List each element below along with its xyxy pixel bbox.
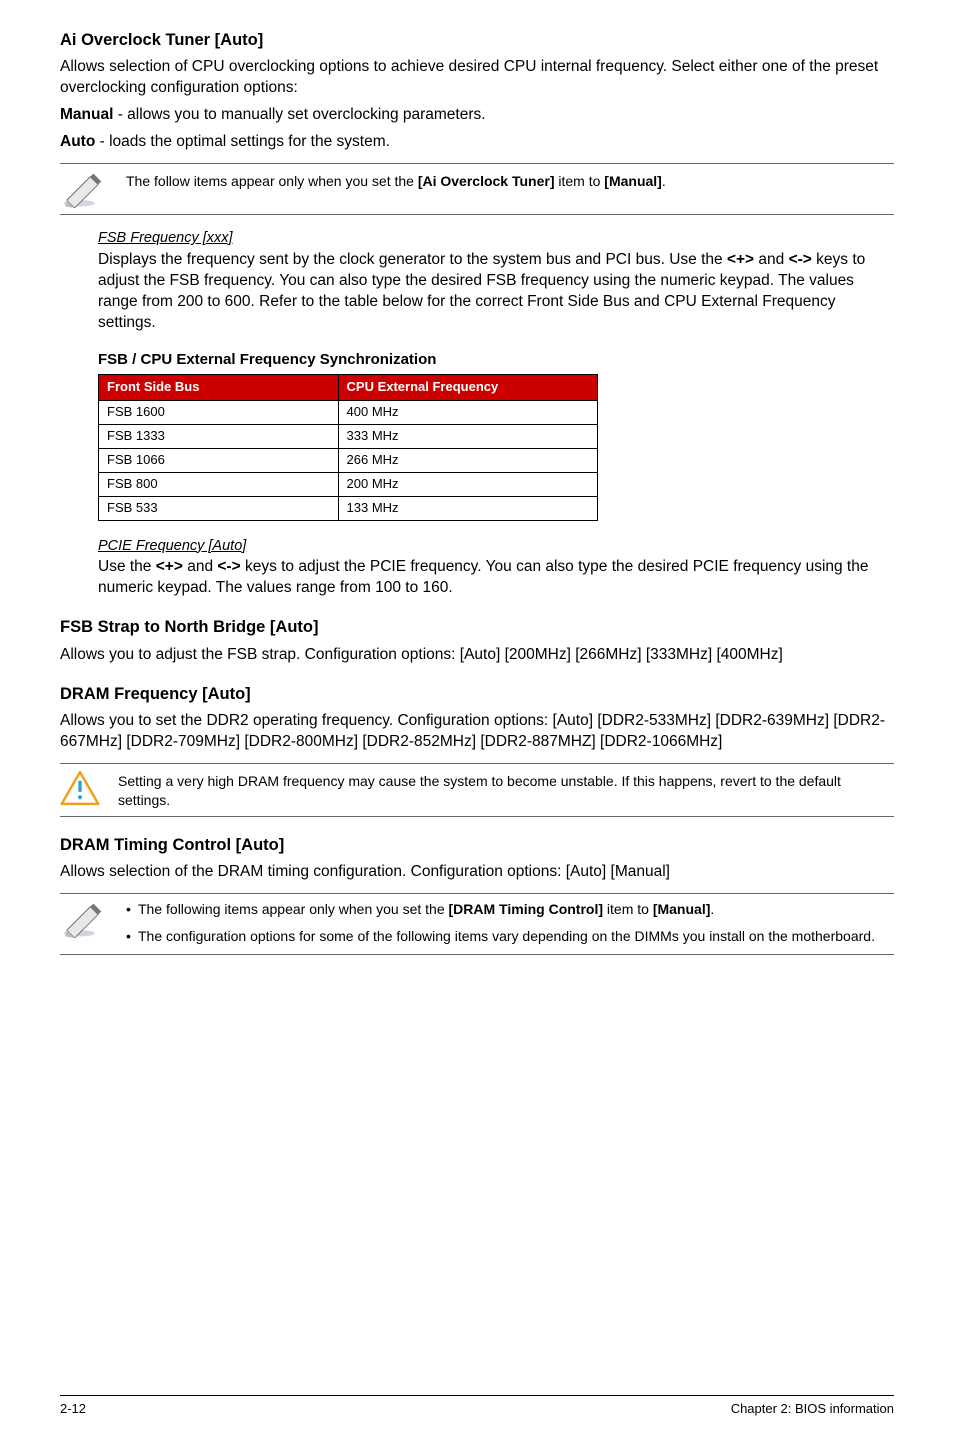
cell-fsb: FSB 1066 <box>99 448 339 472</box>
t: <+> <box>727 251 754 268</box>
section-dram-frequency: DRAM Frequency [Auto] Allows you to set … <box>60 684 894 817</box>
heading-fsb-strap: FSB Strap to North Bridge [Auto] <box>60 617 894 638</box>
para-manual: Manual - allows you to manually set over… <box>60 105 894 126</box>
t: <-> <box>789 251 812 268</box>
footer-page-number: 2-12 <box>60 1401 86 1418</box>
warning-dram-frequency: Setting a very high DRAM frequency may c… <box>60 763 894 817</box>
t: [DRAM Timing Control] <box>449 901 604 917</box>
note-bold1: [Ai Overclock Tuner] <box>418 173 555 189</box>
note-mid: item to <box>555 173 605 189</box>
desc-manual: - allows you to manually set overclockin… <box>113 106 485 123</box>
note-text: The follow items appear only when you se… <box>126 170 666 191</box>
t: . <box>710 901 714 917</box>
cell-cpu: 133 MHz <box>338 496 597 520</box>
block-pcie-frequency: PCIE Frequency [Auto] Use the <+> and <-… <box>60 537 894 600</box>
table-row: FSB 533133 MHz <box>99 496 598 520</box>
table-fsb: Front Side Bus CPU External Frequency FS… <box>98 374 598 520</box>
para-dram-timing: Allows selection of the DRAM timing conf… <box>60 862 894 883</box>
section-ai-overclock: Ai Overclock Tuner [Auto] Allows selecti… <box>60 30 894 599</box>
para-fsb-frequency: Displays the frequency sent by the clock… <box>98 250 894 334</box>
note-list: The following items appear only when you… <box>126 900 875 948</box>
para-dram-frequency: Allows you to set the DDR2 operating fre… <box>60 711 894 753</box>
cell-fsb: FSB 800 <box>99 472 339 496</box>
label-manual: Manual <box>60 106 113 123</box>
note-suffix: . <box>662 173 666 189</box>
heading-dram-frequency: DRAM Frequency [Auto] <box>60 684 894 705</box>
t: and <box>183 558 217 575</box>
note-ai-overclock: The follow items appear only when you se… <box>60 163 894 215</box>
block-fsb-frequency: FSB Frequency [xxx] Displays the frequen… <box>60 229 894 334</box>
t: Use the <box>98 558 156 575</box>
t: <-> <box>217 558 240 575</box>
warning-icon <box>60 770 100 806</box>
footer-chapter: Chapter 2: BIOS information <box>731 1401 894 1418</box>
list-item: The configuration options for some of th… <box>126 927 875 946</box>
table-row: FSB 800200 MHz <box>99 472 598 496</box>
desc-auto: - loads the optimal settings for the sys… <box>95 133 390 150</box>
th-cpu: CPU External Frequency <box>338 375 597 401</box>
t: [Manual] <box>653 901 711 917</box>
table-row: FSB 1333333 MHz <box>99 424 598 448</box>
block-fsb-table: FSB / CPU External Frequency Synchroniza… <box>60 350 894 521</box>
cell-cpu: 400 MHz <box>338 401 597 425</box>
table-title: FSB / CPU External Frequency Synchroniza… <box>98 350 894 370</box>
para-intro: Allows selection of CPU overclocking opt… <box>60 57 894 99</box>
para-fsb-strap: Allows you to adjust the FSB strap. Conf… <box>60 645 894 666</box>
label-auto: Auto <box>60 133 95 150</box>
t: The following items appear only when you… <box>138 901 449 917</box>
cell-cpu: 266 MHz <box>338 448 597 472</box>
cell-fsb: FSB 533 <box>99 496 339 520</box>
subhead-pcie-frequency: PCIE Frequency [Auto] <box>98 537 894 556</box>
para-pcie-frequency: Use the <+> and <-> keys to adjust the P… <box>98 557 894 599</box>
table-row: FSB 1600400 MHz <box>99 401 598 425</box>
para-auto: Auto - loads the optimal settings for th… <box>60 132 894 153</box>
cell-fsb: FSB 1333 <box>99 424 339 448</box>
table-row: FSB 1066266 MHz <box>99 448 598 472</box>
t: Displays the frequency sent by the clock… <box>98 251 727 268</box>
t: item to <box>603 901 653 917</box>
note-bold2: [Manual] <box>604 173 662 189</box>
page-footer: 2-12 Chapter 2: BIOS information <box>60 1395 894 1418</box>
section-fsb-strap: FSB Strap to North Bridge [Auto] Allows … <box>60 617 894 665</box>
list-item: The following items appear only when you… <box>126 900 875 919</box>
warning-text: Setting a very high DRAM frequency may c… <box>118 770 894 810</box>
heading-dram-timing: DRAM Timing Control [Auto] <box>60 835 894 856</box>
cell-cpu: 200 MHz <box>338 472 597 496</box>
note-dram-timing: The following items appear only when you… <box>60 893 894 955</box>
t: <+> <box>156 558 183 575</box>
heading-ai-overclock: Ai Overclock Tuner [Auto] <box>60 30 894 51</box>
cell-cpu: 333 MHz <box>338 424 597 448</box>
pencil-icon <box>60 902 108 938</box>
pencil-icon <box>60 172 108 208</box>
section-dram-timing: DRAM Timing Control [Auto] Allows select… <box>60 835 894 955</box>
note-prefix: The follow items appear only when you se… <box>126 173 418 189</box>
cell-fsb: FSB 1600 <box>99 401 339 425</box>
subhead-fsb-frequency: FSB Frequency [xxx] <box>98 229 894 248</box>
t: and <box>754 251 788 268</box>
th-fsb: Front Side Bus <box>99 375 339 401</box>
